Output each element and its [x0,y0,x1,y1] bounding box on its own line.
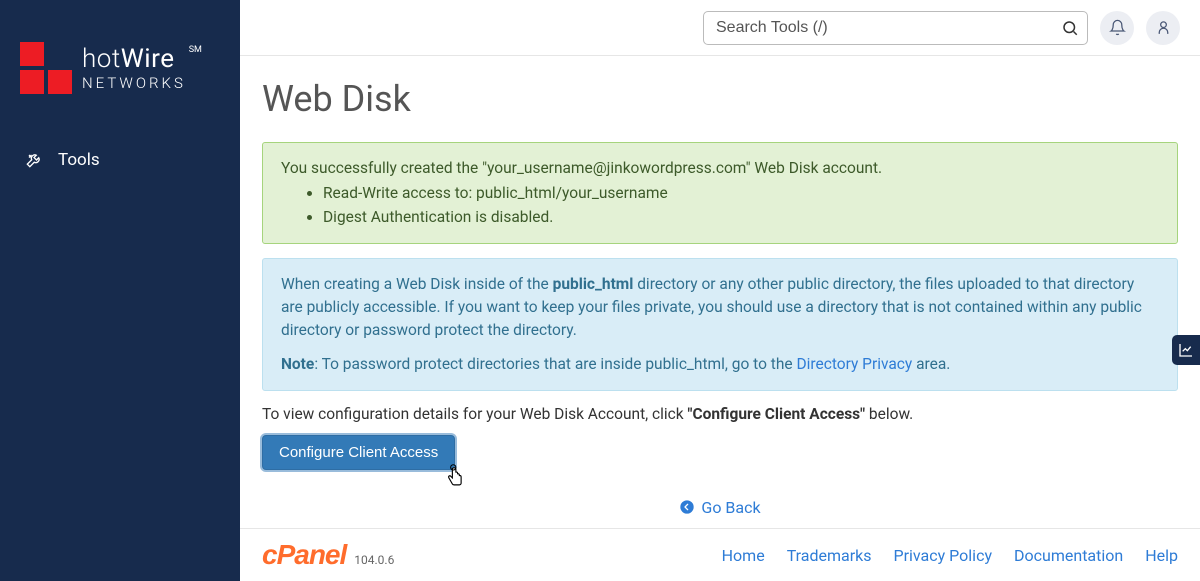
info-alert: When creating a Web Disk inside of the p… [262,258,1178,391]
user-icon [1155,19,1172,36]
info-note: Note: To password protect directories th… [281,353,1159,376]
view-instruction: To view configuration details for your W… [262,405,1178,423]
footer-link-documentation[interactable]: Documentation [1014,546,1123,565]
brand-name: hotWireSM [82,46,186,72]
success-message: You successfully created the "your_usern… [281,159,882,177]
page-title: Web Disk [262,78,1178,120]
search-icon [1061,19,1079,37]
brand-logo: hotWireSM NETWORKS [0,0,240,122]
search-wrap [703,11,1088,45]
chart-icon [1178,342,1194,358]
arrow-left-circle-icon [679,499,695,515]
sidebar-item-tools[interactable]: Tools [0,140,240,180]
bell-icon [1109,19,1126,36]
topbar [240,0,1200,56]
main: Web Disk You successfully created the "y… [240,0,1200,581]
success-alert: You successfully created the "your_usern… [262,142,1178,244]
footer-link-trademarks[interactable]: Trademarks [787,546,872,565]
info-paragraph: When creating a Web Disk inside of the p… [281,273,1159,343]
footer: cPanel 104.0.6 Home Trademarks Privacy P… [240,528,1200,581]
directory-privacy-link[interactable]: Directory Privacy [796,355,912,373]
cpanel-logo: cPanel 104.0.6 [262,539,394,571]
footer-links: Home Trademarks Privacy Policy Documenta… [722,546,1178,565]
search-button[interactable] [1058,16,1082,40]
tools-icon [24,150,44,170]
brand-mark-icon [20,42,72,94]
search-input[interactable] [703,11,1088,45]
sidebar-item-label: Tools [58,150,100,170]
go-back-link[interactable]: Go Back [679,498,760,517]
stats-tab-button[interactable] [1172,335,1200,365]
user-menu-button[interactable] [1146,11,1180,45]
go-back-wrap: Go Back [262,498,1178,520]
configure-client-access-button[interactable]: Configure Client Access [262,435,455,470]
notifications-button[interactable] [1100,11,1134,45]
success-bullet: Digest Authentication is disabled. [323,206,1159,229]
sidebar: hotWireSM NETWORKS Tools [0,0,240,581]
content: Web Disk You successfully created the "y… [240,56,1200,528]
brand-subtitle: NETWORKS [82,76,186,91]
sidebar-nav: Tools [0,122,240,198]
footer-link-home[interactable]: Home [722,546,765,565]
cursor-hand-icon [441,463,469,491]
success-bullet: Read-Write access to: public_html/your_u… [323,182,1159,205]
footer-link-help[interactable]: Help [1145,546,1178,565]
footer-link-privacy[interactable]: Privacy Policy [894,546,993,565]
